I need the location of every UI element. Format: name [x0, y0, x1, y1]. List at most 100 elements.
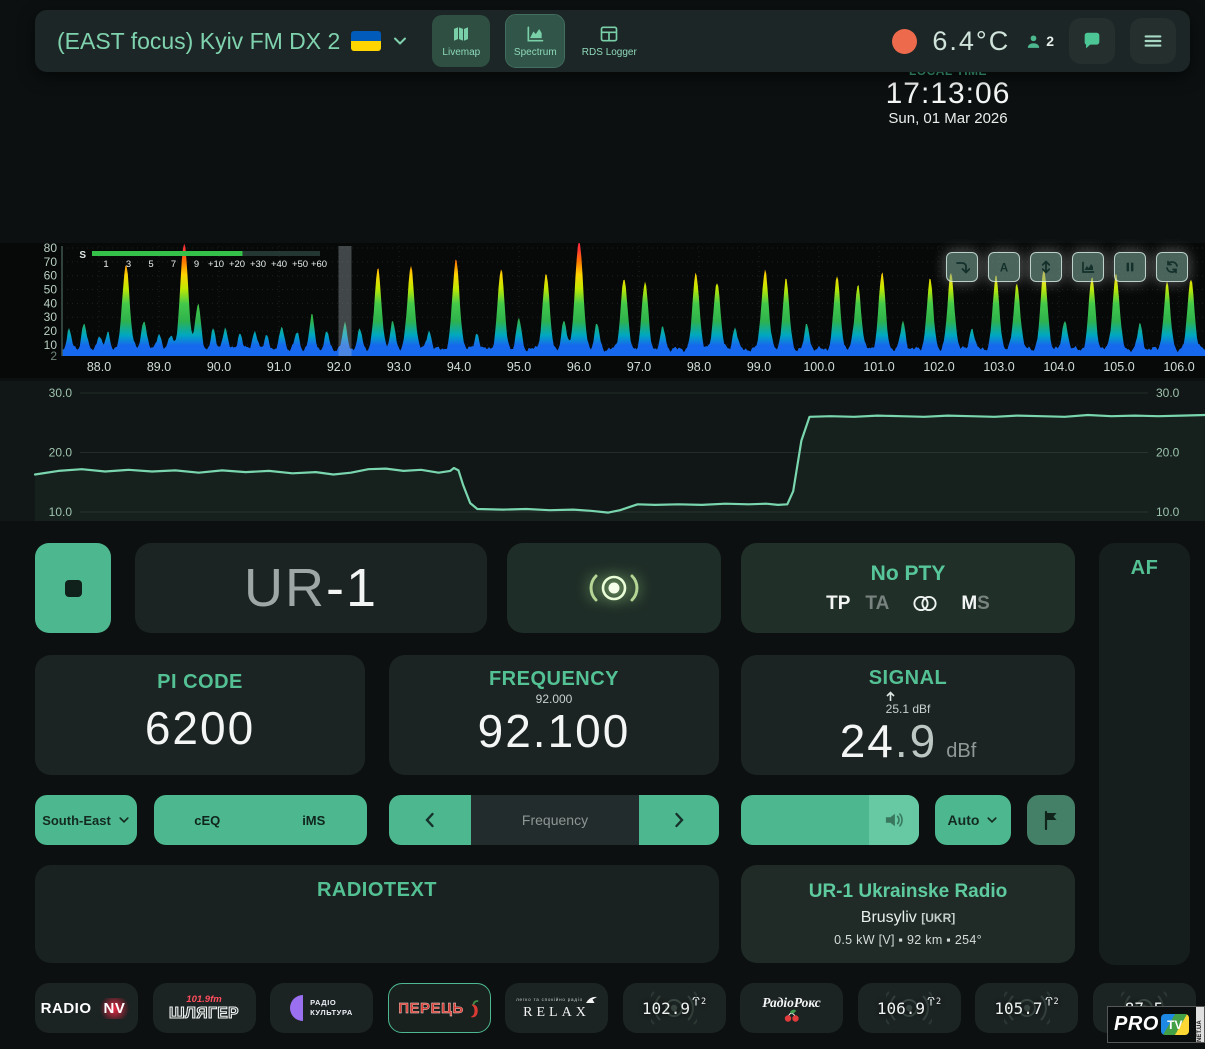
- server-selector[interactable]: (EAST focus) Kyiv FM DX 2: [57, 28, 408, 55]
- shlyager-logo: ШЛЯГЕР: [169, 1005, 239, 1023]
- server-name: (EAST focus) Kyiv FM DX 2: [57, 28, 340, 55]
- svg-text:40: 40: [44, 296, 58, 310]
- spectrum-chart-icon: [525, 24, 545, 44]
- station-tile-шлягер[interactable]: 101.9fmШЛЯГЕР: [153, 983, 256, 1033]
- refresh-mode-select[interactable]: Auto: [935, 795, 1011, 845]
- vertical-zoom-icon: [1038, 259, 1054, 275]
- local-clock: LOCAL TIME 17:13:06 Sun, 01 Mar 2026: [838, 64, 1058, 127]
- svg-text:9: 9: [194, 259, 199, 270]
- signal-title: SIGNAL: [869, 667, 948, 690]
- spectrum-snap-down-button[interactable]: [946, 252, 978, 282]
- protv-pro-text: PRO: [1114, 1013, 1159, 1036]
- clock-time: 17:13:06: [838, 78, 1058, 110]
- protv-tv-logo: TV: [1161, 1014, 1189, 1035]
- transmitter-info-panel[interactable]: UR-1 Ukrainske Radio Brusyliv [UKR] 0.5 …: [741, 865, 1075, 963]
- pty-label: No PTY: [871, 562, 946, 586]
- svg-text:91.0: 91.0: [267, 360, 291, 374]
- volume-thumb[interactable]: [869, 795, 919, 845]
- nav-livemap-button[interactable]: Livemap: [432, 15, 490, 67]
- audio-indicator-panel[interactable]: [507, 543, 721, 633]
- frequency-panel: FREQUENCY 92.000 92.100: [389, 655, 719, 775]
- rds-flags-panel: No PTY TP TA MS: [741, 543, 1075, 633]
- listener-count-value: 2: [1046, 33, 1054, 49]
- signal-peak-value: 25.1 dBf: [886, 702, 931, 716]
- ps-name: -1: [326, 557, 378, 619]
- station-tile-перець[interactable]: ПЕРЕЦЬ: [388, 983, 491, 1033]
- station-tile-radionv[interactable]: RADIONV: [35, 983, 138, 1033]
- tune-up-button[interactable]: [639, 795, 719, 845]
- signal-unit: dBf: [946, 740, 976, 763]
- svg-text:60: 60: [44, 269, 58, 283]
- station-tile-kultura[interactable]: РАДІОКУЛЬТУРА: [270, 983, 373, 1033]
- spectrum-graph-mode-button[interactable]: [1072, 252, 1104, 282]
- station-tile-relax[interactable]: легко та спокійно радіоRELAX: [505, 983, 608, 1033]
- svg-text:+40: +40: [271, 259, 287, 270]
- chat-button[interactable]: [1069, 18, 1115, 64]
- svg-text:97.0: 97.0: [627, 360, 651, 374]
- frequency-title: FREQUENCY: [489, 668, 619, 691]
- user-icon: [1025, 33, 1042, 50]
- clock-date: Sun, 01 Mar 2026: [838, 110, 1058, 127]
- nav-rds-logger-button[interactable]: RDS Logger: [580, 15, 638, 67]
- ta-flag: TA: [865, 593, 889, 615]
- bird-icon: [586, 996, 597, 1004]
- report-flag-button[interactable]: [1027, 795, 1075, 845]
- svg-text:94.0: 94.0: [447, 360, 471, 374]
- top-bar-right: 6.4°C 2: [892, 18, 1176, 64]
- svg-text:92.0: 92.0: [327, 360, 351, 374]
- nav-label: Spectrum: [514, 47, 557, 58]
- svg-text:89.0: 89.0: [147, 360, 171, 374]
- cherries-icon: [782, 1009, 802, 1022]
- flag-icon: [1042, 810, 1060, 830]
- spectrum-toolbar: A: [946, 252, 1188, 282]
- radiotext-panel: RADIOTEXT: [35, 865, 719, 963]
- play-stop-button[interactable]: [35, 543, 111, 633]
- volume-slider[interactable]: [741, 795, 919, 845]
- station-tile-радіорокс[interactable]: РадіоРокс: [740, 983, 843, 1033]
- protv-watermark: PRO TV NET.UA: [1107, 1006, 1205, 1043]
- station-frequency-text: 106.92: [877, 999, 941, 1018]
- radionv-logo: RADIONV: [41, 998, 133, 1019]
- ms-flag-s: S: [977, 593, 990, 614]
- spectrum-pause-button[interactable]: [1114, 252, 1146, 282]
- pause-icon: [1122, 259, 1138, 275]
- transmitter-details: 0.5 kW [V] ▪ 92 km ▪ 254°: [834, 933, 982, 947]
- frequency-input[interactable]: [471, 795, 639, 845]
- svg-text:20: 20: [44, 324, 58, 338]
- station-frequency-text: 102.92: [642, 999, 706, 1018]
- transmitter-badge: 2: [1045, 997, 1059, 1007]
- tune-down-button[interactable]: [389, 795, 471, 845]
- ps-name-dim: UR: [244, 557, 326, 619]
- spectrum-graph[interactable]: 8070605040302010288.089.090.091.092.093.…: [0, 243, 1205, 378]
- svg-text:1: 1: [103, 259, 108, 270]
- station-tile-106.9[interactable]: 106.92: [858, 983, 961, 1033]
- ims-toggle[interactable]: iMS: [261, 795, 368, 845]
- svg-text:+50: +50: [292, 259, 308, 270]
- protv-net-text: NET.UA: [1196, 1007, 1204, 1042]
- svg-text:105.0: 105.0: [1103, 360, 1134, 374]
- relax-tagline: легко та спокійно радіо: [516, 996, 597, 1004]
- spectrum-vertical-zoom-button[interactable]: [1030, 252, 1062, 282]
- svg-text:100.0: 100.0: [803, 360, 834, 374]
- auto-refresh-icon: [1164, 259, 1180, 275]
- nav-spectrum-button[interactable]: Spectrum: [506, 15, 564, 67]
- snap-down-icon: [954, 259, 970, 275]
- station-tile-105.7[interactable]: 105.72: [975, 983, 1078, 1033]
- svg-text:3: 3: [126, 259, 131, 270]
- svg-text:96.0: 96.0: [567, 360, 591, 374]
- rds-flags-row: TP TA MS: [826, 593, 990, 615]
- svg-text:7: 7: [171, 259, 176, 270]
- station-tile-102.9[interactable]: 102.92: [623, 983, 726, 1033]
- spectrum-auto-refresh-button[interactable]: [1156, 252, 1188, 282]
- antenna-select[interactable]: South-East: [35, 795, 137, 845]
- ceq-toggle[interactable]: cEQ: [154, 795, 261, 845]
- transmitter-country: [UKR]: [921, 911, 955, 925]
- tp-flag: TP: [826, 593, 850, 615]
- spectrum-auto-range-button[interactable]: A: [988, 252, 1020, 282]
- main-nav: Livemap Spectrum RDS Logger: [432, 15, 638, 67]
- menu-button[interactable]: [1130, 18, 1176, 64]
- antenna-value: South-East: [42, 813, 111, 828]
- listener-count: 2: [1025, 33, 1054, 50]
- graph-mode-icon: [1080, 259, 1096, 275]
- svg-text:88.0: 88.0: [87, 360, 111, 374]
